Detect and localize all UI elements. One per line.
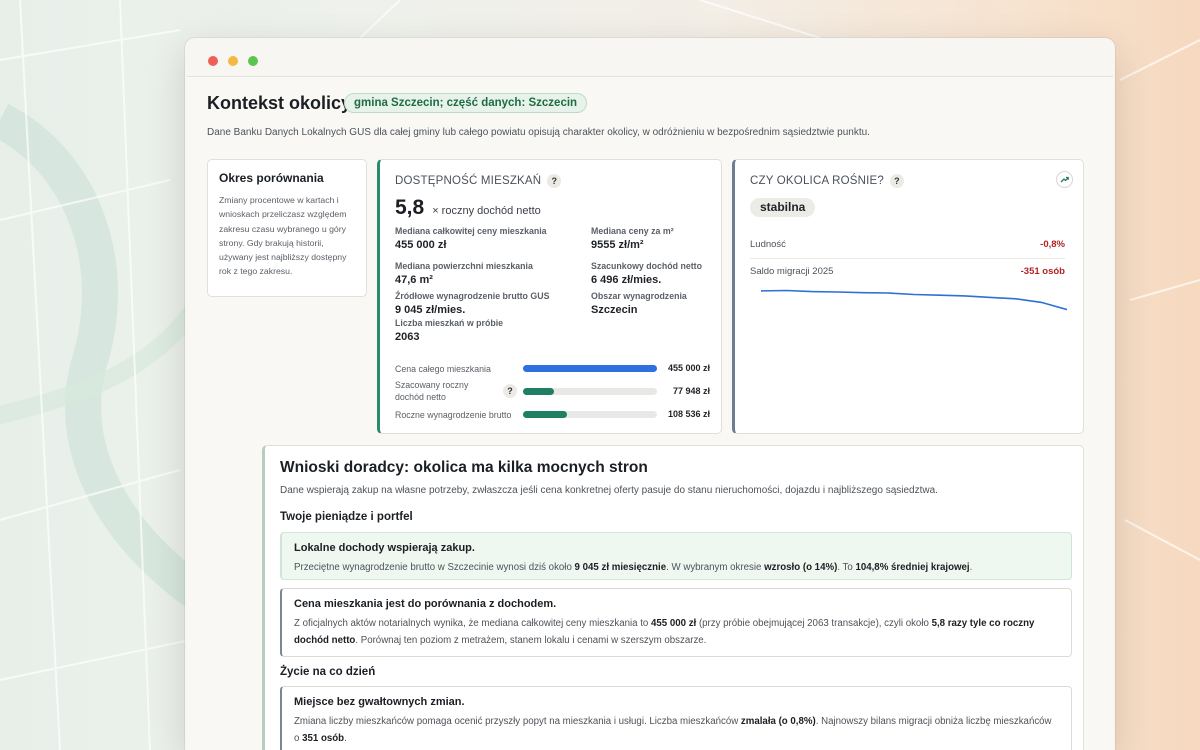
stat-value: 455 000 zł [395,239,447,251]
location-badge: gmina Szczecin; część danych: Szczecin [344,93,588,113]
page-title: Kontekst okolicy [207,93,352,113]
note-no-sudden-changes: Miejsce bez gwałtownych zmian. Zmiana li… [280,686,1072,750]
affordability-ratio: 5,8 × roczny dochód netto [395,196,707,220]
population-label: Ludność [750,239,786,250]
bar-track [523,365,657,372]
note-text: . [969,562,973,573]
stat-value: 9555 zł/m² [591,239,644,251]
stat-median-price-per-m2: Mediana ceny za m² 9555 zł/m² [591,226,716,251]
bar-fill [523,388,554,395]
sparkline-path [761,289,1067,311]
migration-row: Saldo migracji 2025 -351 osób [750,266,1065,288]
note-text: Przeciętne wynagrodzenie brutto w Szczec… [294,562,575,573]
window-titlebar [185,38,1115,76]
trending-up-icon[interactable] [1056,171,1073,188]
note-highlight: 104,8% średniej krajowej [855,562,970,573]
migration-label: Saldo migracji 2025 [750,266,834,277]
advice-description: Dane wspierają zakup na własne potrzeby,… [280,485,938,496]
bar-row-net-income: Szacowany roczny dochód netto ? 77 948 z… [395,378,710,406]
bar-label: Szacowany roczny dochód netto [395,380,469,402]
advisor-conclusions-card: Wnioski doradcy: okolica ma kilka mocnyc… [262,445,1084,750]
stat-gross-salary: Źródłowe wynagrodzenie brutto GUS 9 045 … [395,291,575,316]
note-text: Zmiana liczby mieszkańców pomaga ocenić … [294,716,741,727]
stat-value: 6 496 zł/mies. [591,274,662,286]
growth-help-icon[interactable]: ? [889,174,904,188]
note-text: . [344,732,347,744]
stat-value: 9 045 zł/mies. [395,304,466,316]
note-title: Lokalne dochody wspierają zakup. [294,542,475,554]
note-text: . Porównaj ten poziom z metrażem, stanem… [355,634,707,646]
note-body: Zmiana liczby mieszkańców pomaga ocenić … [294,714,1059,747]
affordability-help-icon[interactable]: ? [547,174,562,188]
bar-label: Cena całego mieszkania [395,364,491,374]
growth-status-badge: stabilna [750,198,816,217]
growth-heading: CZY OKOLICA ROŚNIE? ? [750,174,1069,188]
note-title: Cena mieszkania jest do porównania z doc… [294,598,557,610]
stat-label: Szacunkowy dochód netto [591,261,702,271]
note-highlight: zmalała (o 0,8%) [740,716,816,727]
minimize-window-button[interactable] [228,56,238,66]
maximize-window-button[interactable] [248,56,258,66]
note-text: . W wybranym okresie [666,562,765,573]
note-highlight: 455 000 zł [651,618,697,629]
stat-median-area: Mediana powierzchni mieszkania 47,6 m² [395,261,575,286]
bar-fill [523,365,657,372]
bar-track [523,411,657,418]
stat-net-income: Szacunkowy dochód netto 6 496 zł/mies. [591,261,716,286]
app-window: Kontekst okolicy gmina Szczecin; część d… [185,38,1115,750]
stat-label: Liczba mieszkań w próbie [395,318,504,328]
period-text: Zmiany procentowe w kartach i wnioskach … [219,195,347,277]
migration-value: -351 osób [1020,266,1065,277]
stat-label: Mediana ceny za m² [591,226,674,236]
advice-title: Wnioski doradcy: okolica ma kilka mocnyc… [280,459,648,476]
stat-value: 47,6 m² [395,274,433,286]
growth-heading-label: CZY OKOLICA ROŚNIE? [750,175,884,187]
page-description: Dane Banku Danych Lokalnych GUS dla całe… [207,127,870,138]
stat-median-price: Mediana całkowitej ceny mieszkania 455 0… [395,226,575,251]
affordability-heading-label: DOSTĘPNOŚĆ MIESZKAŃ [395,175,542,187]
bar-row-gross-salary: Roczne wynagrodzenie brutto 108 536 zł [395,406,710,432]
note-text: (przy próbie obejmującej 2063 transakcje… [696,618,932,629]
period-title: Okres porównania [219,171,324,185]
affordability-heading: DOSTĘPNOŚĆ MIESZKAŃ ? [395,174,707,188]
close-window-button[interactable] [208,56,218,66]
affordability-ratio-value: 5,8 [395,196,425,219]
page-content: Kontekst okolicy gmina Szczecin; część d… [187,76,1113,750]
stat-sample-size: Liczba mieszkań w próbie 2063 [395,318,575,343]
bar-label: Roczne wynagrodzenie brutto [395,410,512,420]
stat-label: Mediana całkowitej ceny mieszkania [395,226,547,236]
note-body: Przeciętne wynagrodzenie brutto w Szczec… [294,560,1059,577]
section-money-heading: Twoje pieniądze i portfel [280,511,413,523]
row-divider [750,258,1065,259]
affordability-card: DOSTĘPNOŚĆ MIESZKAŃ ? 5,8 × roczny dochó… [377,159,722,434]
section-daily-life-heading: Życie na co dzień [280,666,376,678]
bar-value: 77 948 zł [672,386,710,396]
note-text: Z oficjalnych aktów notarialnych wynika,… [294,618,651,629]
stat-value: Szczecin [591,304,638,316]
stat-label: Źródłowe wynagrodzenie brutto GUS [395,291,550,301]
note-text: . To [837,562,856,573]
note-price-vs-income: Cena mieszkania jest do porównania z doc… [280,588,1072,657]
stat-label: Mediana powierzchni mieszkania [395,261,533,271]
stat-label: Obszar wynagrodzenia [591,291,687,301]
note-title: Miejsce bez gwałtownych zmian. [294,696,465,708]
population-value: -0,8% [1040,239,1065,250]
bar-fill [523,411,568,418]
note-highlight: 351 osób [302,732,345,744]
affordability-ratio-unit: × roczny dochód netto [432,205,541,217]
net-income-help-icon[interactable]: ? [503,384,517,398]
comparison-period-card: Okres porównania Zmiany procentowe w kar… [207,159,367,297]
note-local-income: Lokalne dochody wspierają zakup. Przecię… [280,532,1072,580]
note-highlight: wzrosło (o 14%) [764,562,838,573]
note-body: Z oficjalnych aktów notarialnych wynika,… [294,616,1059,649]
stat-salary-area: Obszar wynagrodzenia Szczecin [591,291,716,316]
bar-value: 455 000 zł [667,363,710,373]
bar-track [523,388,657,395]
bar-value: 108 536 zł [667,409,710,419]
note-highlight: 9 045 zł miesięcznie [574,562,667,573]
growth-card: CZY OKOLICA ROŚNIE? ? stabilna Ludność -… [732,159,1084,434]
stat-value: 2063 [395,331,420,343]
population-sparkline [761,289,1067,311]
